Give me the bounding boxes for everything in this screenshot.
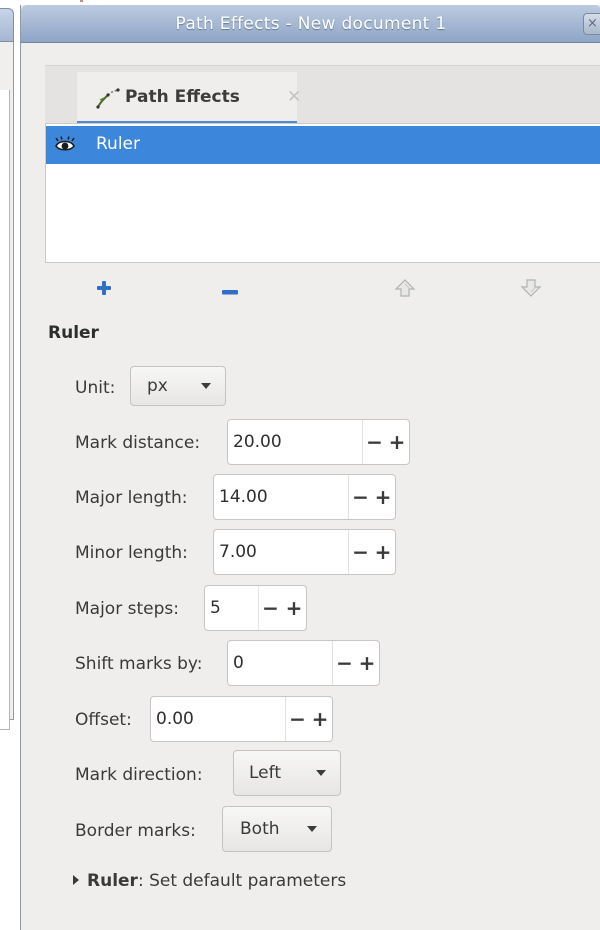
expander-label: : Set default parameters xyxy=(137,871,347,891)
window-close-button[interactable]: × xyxy=(583,13,600,35)
major-length-increment[interactable]: + xyxy=(371,475,395,519)
major-steps-decrement[interactable]: − xyxy=(258,586,282,630)
chevron-down-icon xyxy=(316,770,326,776)
unit-value: px xyxy=(147,376,168,396)
tab-label: Path Effects xyxy=(125,87,240,107)
shift-marks-by-label: Shift marks by: xyxy=(75,654,203,674)
minor-length-spinbox[interactable]: 7.00 − + xyxy=(213,529,396,575)
background-window-body xyxy=(0,42,14,730)
chevron-down-icon xyxy=(307,826,317,832)
titlebar[interactable]: Path Effects - New document 1 × xyxy=(21,5,600,43)
arrow-up-icon xyxy=(394,278,416,302)
arrow-down-icon xyxy=(520,278,542,302)
tab-close-icon[interactable]: ✕ xyxy=(287,87,301,107)
path-effects-icon xyxy=(95,86,121,110)
minor-length-label: Minor length: xyxy=(75,543,188,563)
list-item[interactable]: Ruler xyxy=(46,126,600,164)
expander-arrow-icon xyxy=(73,875,79,885)
default-parameters-expander[interactable]: Ruler: Set default parameters xyxy=(73,871,346,891)
offset-input[interactable]: 0.00 xyxy=(156,709,194,729)
list-item-label: Ruler xyxy=(96,134,140,154)
shift-marks-by-increment[interactable]: + xyxy=(355,641,379,685)
effects-list[interactable]: Ruler xyxy=(45,123,600,263)
major-steps-input[interactable]: 5 xyxy=(210,598,221,618)
minor-length-increment[interactable]: + xyxy=(371,530,395,574)
minor-length-decrement[interactable]: − xyxy=(348,530,372,574)
major-length-spinbox[interactable]: 14.00 − + xyxy=(213,474,396,520)
mark-distance-label: Mark distance: xyxy=(75,433,201,453)
background-window-titlebar xyxy=(0,8,14,42)
top-edge-mark xyxy=(80,0,83,2)
major-steps-increment[interactable]: + xyxy=(282,586,306,630)
offset-spinbox[interactable]: 0.00 − + xyxy=(150,696,333,742)
mark-direction-label: Mark direction: xyxy=(75,765,203,785)
background-window-panel xyxy=(0,90,10,730)
mark-direction-dropdown[interactable]: Left xyxy=(233,750,341,796)
move-up-button[interactable] xyxy=(387,272,423,308)
mark-distance-input[interactable]: 20.00 xyxy=(233,432,282,452)
unit-label: Unit: xyxy=(75,378,116,398)
major-steps-spinbox[interactable]: 5 − + xyxy=(204,585,307,631)
mark-direction-value: Left xyxy=(249,763,281,783)
unit-dropdown[interactable]: px xyxy=(130,366,226,406)
mark-distance-decrement[interactable]: − xyxy=(362,420,386,464)
chevron-down-icon xyxy=(201,383,211,389)
notebook-tabstrip: Path Effects ✕ xyxy=(45,65,600,124)
offset-label: Offset: xyxy=(75,710,132,730)
major-length-decrement[interactable]: − xyxy=(348,475,372,519)
expander-bold-label: Ruler xyxy=(87,871,138,891)
section-title: Ruler xyxy=(48,323,99,343)
offset-increment[interactable]: + xyxy=(308,697,332,741)
move-down-button[interactable] xyxy=(513,272,549,308)
plus-icon xyxy=(96,280,112,300)
tab-path-effects[interactable]: Path Effects ✕ xyxy=(77,72,301,124)
window-title: Path Effects - New document 1 xyxy=(175,14,447,34)
background-window xyxy=(0,8,14,730)
eye-icon[interactable] xyxy=(54,135,76,155)
remove-effect-button[interactable] xyxy=(212,272,248,308)
major-length-input[interactable]: 14.00 xyxy=(219,487,268,507)
shift-marks-by-decrement[interactable]: − xyxy=(332,641,356,685)
minus-icon xyxy=(221,281,239,300)
offset-decrement[interactable]: − xyxy=(285,697,309,741)
mark-distance-spinbox[interactable]: 20.00 − + xyxy=(227,419,410,465)
shift-marks-by-input[interactable]: 0 xyxy=(233,653,244,673)
border-marks-label: Border marks: xyxy=(75,821,196,841)
minor-length-input[interactable]: 7.00 xyxy=(219,542,257,562)
mark-distance-increment[interactable]: + xyxy=(385,420,409,464)
border-marks-value: Both xyxy=(240,819,280,839)
add-effect-button[interactable] xyxy=(86,272,122,308)
major-length-label: Major length: xyxy=(75,488,188,508)
shift-marks-by-spinbox[interactable]: 0 − + xyxy=(227,640,380,686)
major-steps-label: Major steps: xyxy=(75,599,179,619)
path-effects-dialog: Path Effects - New document 1 × Path Eff… xyxy=(20,5,600,930)
border-marks-dropdown[interactable]: Both xyxy=(222,806,332,852)
